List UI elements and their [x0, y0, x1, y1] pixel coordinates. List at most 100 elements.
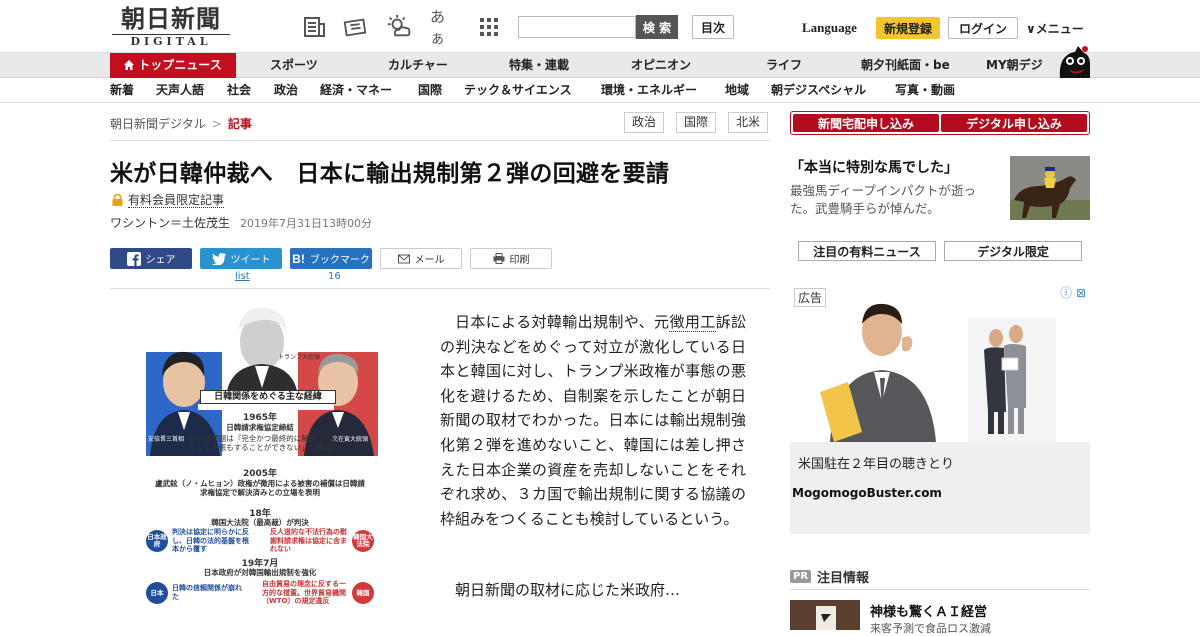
keyword-link[interactable]: 徴用工 — [669, 313, 716, 332]
korea-court-badge: 韓国大法院 — [352, 530, 374, 552]
korea-badge: 韓国 — [352, 582, 374, 604]
infographic[interactable]: トランプ大統領 安倍晋三首相 文在寅大統領 日韓関係をめぐる主な経緯 1965年… — [140, 300, 380, 612]
nav-features[interactable]: 特集・連載 — [509, 53, 569, 78]
menu-button[interactable]: ∨メニュー — [1026, 20, 1084, 37]
tab-digital-only[interactable]: デジタル限定 — [944, 241, 1082, 261]
print-icon — [493, 253, 504, 264]
pr-thumbnail[interactable] — [790, 600, 860, 630]
nav-my-asahi[interactable]: MY朝デジ — [986, 53, 1043, 78]
pr-section-heading: PR 注目情報 — [790, 567, 869, 586]
twitter-share-button[interactable]: ツイート — [200, 248, 282, 269]
subscribe-box: 新聞宅配申し込み デジタル申し込み — [790, 111, 1090, 135]
tab-premium-news[interactable]: 注目の有料ニュース — [798, 241, 936, 261]
subnav-tenseijingo[interactable]: 天声人語 — [156, 79, 204, 102]
subnav-latest[interactable]: 新着 — [110, 79, 134, 102]
digital-subscribe-button[interactable]: デジタル申し込み — [941, 114, 1087, 132]
breadcrumb-home[interactable]: 朝日新聞デジタル — [110, 117, 206, 131]
promo-headline[interactable]: 「本当に特別な馬でした」 — [790, 157, 958, 177]
hatena-count[interactable]: 16 — [328, 271, 341, 282]
infographic-title: 日韓関係をめぐる主な経緯 — [200, 390, 336, 404]
mascot-icon[interactable] — [1056, 44, 1092, 78]
article-continued: 朝日新聞の取材に応じた米政府… — [455, 581, 681, 599]
ad-label: 広告 — [794, 288, 827, 307]
horse-racing-photo[interactable] — [1010, 156, 1090, 220]
site-logo[interactable]: 朝日新聞 DIGITAL — [112, 6, 230, 48]
mail-icon — [397, 254, 410, 263]
hatena-icon: B! — [292, 251, 305, 266]
subnav-tech[interactable]: テック＆サイエンス — [464, 79, 572, 102]
subnav-environment[interactable]: 環境・エネルギー — [601, 79, 697, 102]
event-year: 2005年 — [242, 469, 278, 479]
event-text: 日本政府が対韓国輸出規制を強化 — [203, 568, 317, 577]
sub-nav: 新着 天声人語 社会 政治 経済・マネー 国際 テック＆サイエンス 環境・エネル… — [0, 79, 1200, 103]
pr-headline[interactable]: 神様も驚くＡＩ経営 — [870, 601, 987, 620]
nav-culture[interactable]: カルチャー — [388, 53, 448, 78]
nav-opinion[interactable]: オピニオン — [631, 53, 691, 78]
event-text: 盧武鉉（ノ・ムヒョン）政権が徴用による被害の補償は日韓請求権協定で解決済みとの立… — [155, 479, 365, 497]
ticket-icon[interactable] — [342, 14, 368, 40]
tag-north-america[interactable]: 北米 — [728, 112, 769, 133]
members-only-label[interactable]: 有料会員限定記事 — [112, 191, 225, 208]
subnav-society[interactable]: 社会 — [227, 79, 251, 102]
event-year: 1965年 — [242, 413, 278, 423]
subnav-special[interactable]: 朝デジスペシャル — [771, 79, 866, 102]
subnav-photo-video[interactable]: 写真・動画 — [895, 79, 955, 102]
hatena-bookmark-button[interactable]: B! ブックマーク — [290, 248, 372, 269]
subnav-economy[interactable]: 経済・マネー — [320, 79, 392, 102]
toc-button[interactable]: 目次 — [692, 15, 734, 39]
article-paragraph: 日本による対韓輸出規制や、元徴用工訴訟の判決などをめぐって対立が激化している日本… — [440, 310, 746, 531]
ad-source[interactable]: MogomogoBuster.com — [792, 486, 942, 500]
register-button[interactable]: 新規登録 — [876, 17, 940, 39]
japan-gov-badge: 日本政府 — [146, 530, 168, 552]
grid-icon[interactable] — [476, 14, 502, 40]
article-body: 日本による対韓輸出規制や、元徴用工訴訟の判決などをめぐって対立が激化している日本… — [440, 310, 746, 531]
newspaper-icon[interactable] — [302, 14, 328, 40]
event-text: 韓国大法院（最高裁）が判決 — [211, 518, 309, 527]
subnav-politics[interactable]: 政治 — [274, 79, 298, 102]
divider — [110, 288, 770, 289]
promo-description[interactable]: 最強馬ディープインパクトが逝った。武豊騎手らが悼んだ。 — [790, 182, 1000, 218]
twitter-icon — [211, 252, 226, 265]
search-button[interactable]: 検 索 — [636, 15, 678, 39]
facebook-share-button[interactable]: シェア — [110, 248, 192, 269]
menu-label: メニュー — [1035, 22, 1084, 36]
article-headline: 米が日韓仲裁へ 日本に輸出規制第２弾の回避を要請 — [110, 161, 670, 187]
japan-badge: 日本 — [146, 582, 168, 604]
pr-badge: PR — [790, 570, 812, 583]
advertisement[interactable]: 広告 ⓘ ⊠ 米国駐在２年目の聴きとり MogomogoBuster.com — [790, 282, 1090, 534]
tag-politics[interactable]: 政治 — [624, 112, 665, 133]
pr-heading-text: 注目情報 — [817, 571, 870, 586]
nav-top-news[interactable]: トップニュース — [110, 53, 236, 78]
ad-headline[interactable]: 米国駐在２年目の聴きとり — [798, 453, 954, 472]
mail-share-button[interactable]: メール — [380, 248, 462, 269]
nav-life[interactable]: ライフ — [766, 53, 802, 78]
twitter-share-label: ツイート — [230, 255, 271, 266]
ad-image — [790, 282, 1090, 442]
twitter-count[interactable]: list — [235, 271, 250, 282]
ad-choices-icon[interactable]: ⓘ ⊠ — [1058, 284, 1088, 301]
subnav-international[interactable]: 国際 — [418, 79, 442, 102]
home-icon — [124, 60, 135, 70]
tag-international[interactable]: 国際 — [676, 112, 717, 133]
japan-position-2018: 判決は協定に明らかに反し、日韓の法的基盤を根本から覆す — [172, 528, 249, 553]
abe-label: 安倍晋三首相 — [148, 436, 185, 443]
author: ワシントン＝土佐茂生 — [110, 216, 231, 230]
subnav-region[interactable]: 地域 — [725, 79, 749, 102]
search-input[interactable] — [518, 16, 636, 38]
body-text-start: 日本による対韓輸出規制や、元 — [455, 313, 670, 331]
nav-sports[interactable]: スポーツ — [270, 53, 318, 78]
pr-subtitle[interactable]: 来客予測で食品ロス激減 — [870, 620, 991, 636]
weather-icon[interactable] — [386, 14, 412, 40]
breadcrumb: 朝日新聞デジタル > 記事 — [110, 115, 252, 132]
nav-paper[interactable]: 朝夕刊紙面・be — [861, 53, 950, 78]
logo-sub-text: DIGITAL — [112, 34, 230, 48]
site-header: 朝日新聞 DIGITAL あぁ 検 索 目次 Language 新規登録 ログイ… — [0, 0, 1200, 52]
login-button[interactable]: ログイン — [948, 17, 1018, 39]
language-link[interactable]: Language — [802, 20, 857, 36]
font-size-icon[interactable]: あぁ — [430, 8, 456, 47]
print-button[interactable]: 印刷 — [470, 248, 552, 269]
newspaper-subscribe-button[interactable]: 新聞宅配申し込み — [793, 114, 939, 132]
facebook-icon — [126, 251, 141, 266]
divider — [790, 589, 1090, 590]
event-text: 日韓請求権協定締結 — [226, 423, 294, 432]
